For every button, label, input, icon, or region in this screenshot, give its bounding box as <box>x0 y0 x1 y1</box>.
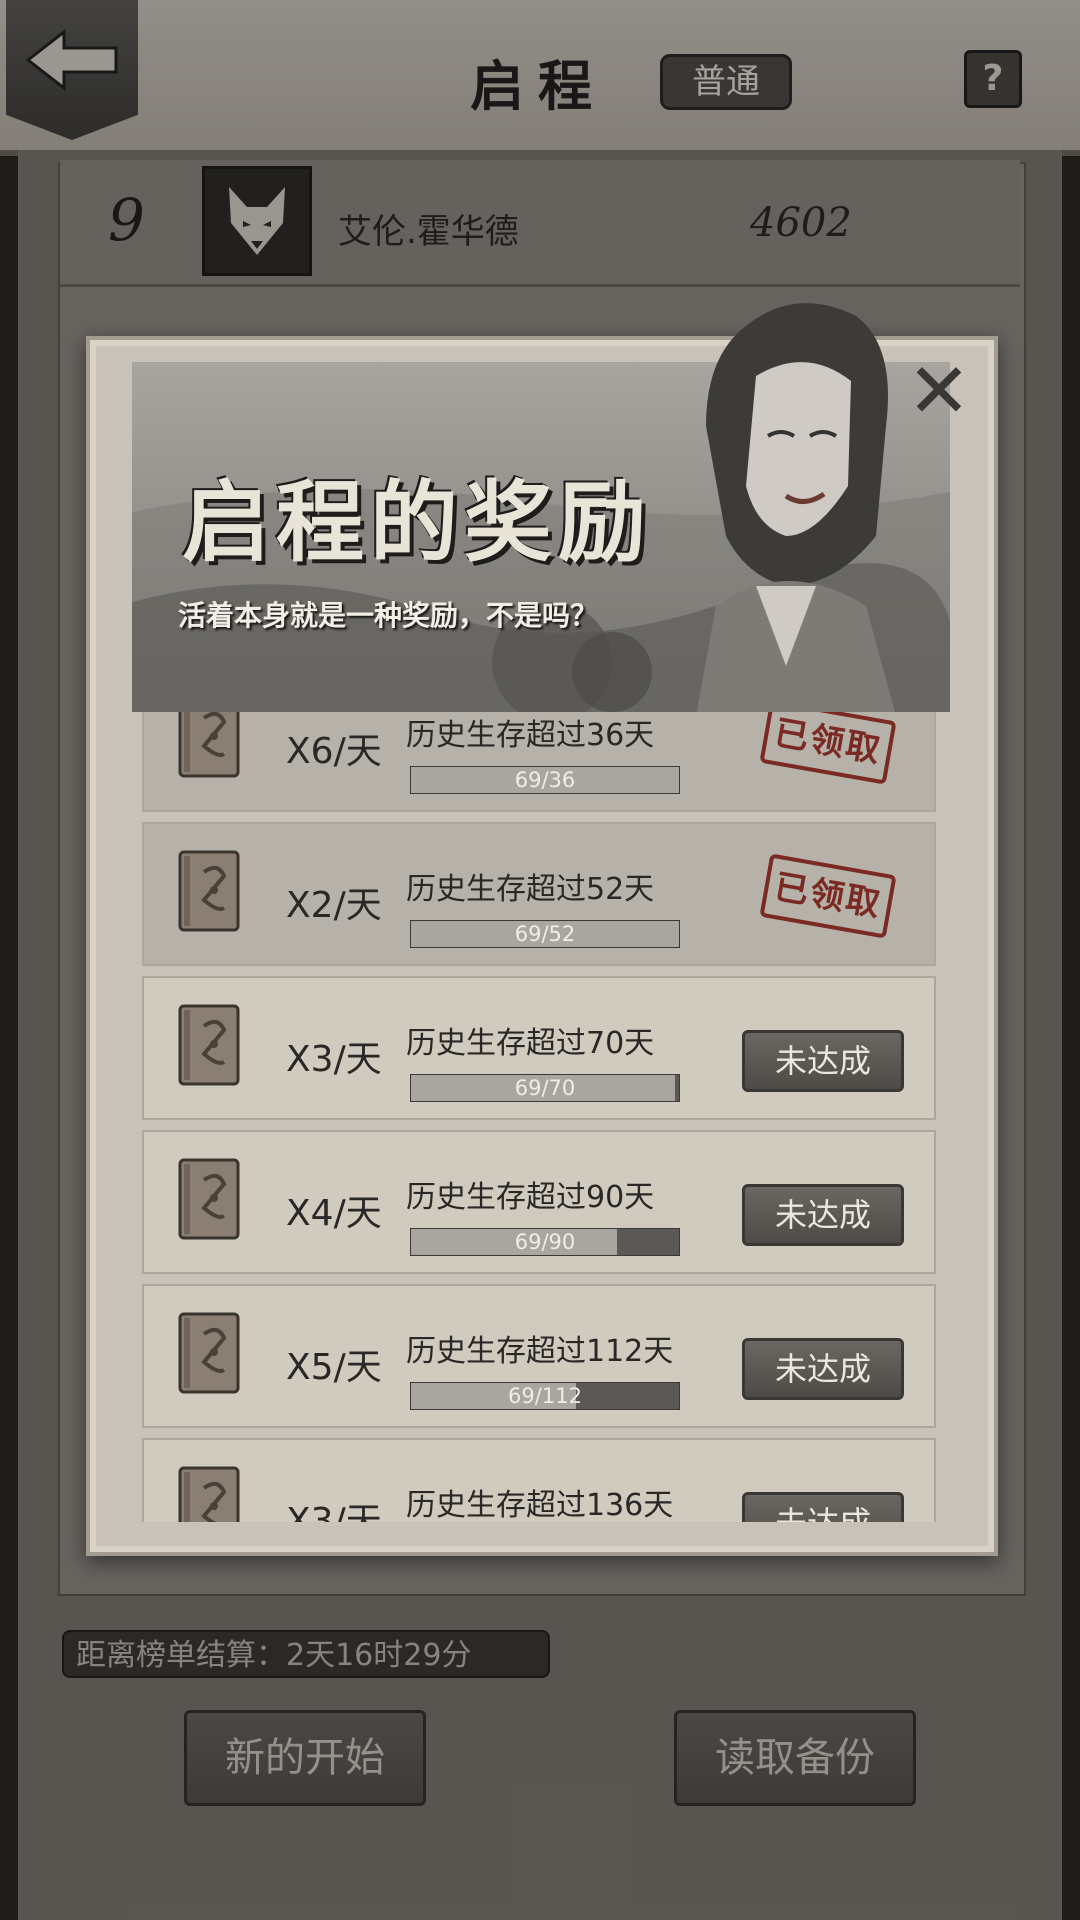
reward-condition: 历史生存超过70天 <box>406 1026 655 1061</box>
not-achieved-button[interactable]: 未达成 <box>742 1338 904 1400</box>
not-achieved-button[interactable]: 未达成 <box>742 1030 904 1092</box>
reward-row: X2/天 历史生存超过52天 69/52 已领取 <box>142 822 936 966</box>
reward-row: X5/天 历史生存超过112天 69/112 未达成 <box>142 1284 936 1428</box>
reward-condition: 历史生存超过36天 <box>406 718 655 753</box>
book-icon <box>178 1466 240 1522</box>
reward-subtitle: 活着本身就是一种奖励，不是吗？ <box>178 599 599 632</box>
progress-bar: 69/52 <box>410 920 680 948</box>
progress-text: 69/112 <box>508 1384 582 1408</box>
progress-text: 69/52 <box>514 922 576 946</box>
progress-bar: 69/90 <box>410 1228 680 1256</box>
claimed-stamp: 已领取 <box>759 853 897 939</box>
reward-condition: 历史生存超过112天 <box>406 1334 674 1369</box>
claimed-stamp: 已领取 <box>759 712 897 785</box>
book-icon <box>178 1158 240 1240</box>
character-portrait <box>696 303 896 716</box>
reward-row: X6/天 历史生存超过36天 69/36 已领取 <box>142 712 936 812</box>
reward-title: 启程的奖励 <box>182 470 653 574</box>
reward-multiplier: X5/天 <box>286 1347 382 1388</box>
progress-bar: 69/70 <box>410 1074 680 1102</box>
not-achieved-button[interactable]: 未达成 <box>742 1184 904 1246</box>
reward-condition: 历史生存超过136天 <box>406 1488 674 1522</box>
reward-condition: 历史生存超过90天 <box>406 1180 655 1215</box>
close-button[interactable]: ✕ <box>904 353 974 429</box>
progress-text: 69/90 <box>514 1230 576 1254</box>
progress-bar: 69/112 <box>410 1382 680 1410</box>
book-icon <box>178 712 240 778</box>
reward-multiplier: X6/天 <box>286 731 382 772</box>
reward-row: X4/天 历史生存超过90天 69/90 未达成 <box>142 1130 936 1274</box>
reward-multiplier: X4/天 <box>286 1193 382 1234</box>
reward-multiplier: X3/天 <box>286 1501 382 1522</box>
progress-bar: 69/36 <box>410 766 680 794</box>
book-icon <box>178 850 240 932</box>
progress-text: 69/36 <box>514 768 576 792</box>
reward-row: X3/天历史生存超过136天69/136未达成 <box>142 1438 936 1522</box>
reward-condition: 历史生存超过52天 <box>406 872 655 907</box>
reward-multiplier: X3/天 <box>286 1039 382 1080</box>
reward-list[interactable]: X6/天 历史生存超过36天 69/36 已领取 X2/天 历史生存超过52天 69/52 已… <box>142 712 936 1522</box>
not-achieved-button[interactable]: 未达成 <box>742 1492 904 1522</box>
reward-multiplier: X2/天 <box>286 885 382 926</box>
book-icon <box>178 1004 240 1086</box>
progress-text: 69/70 <box>514 1076 576 1100</box>
reward-row: X3/天 历史生存超过70天 69/70 未达成 <box>142 976 936 1120</box>
book-icon <box>178 1312 240 1394</box>
